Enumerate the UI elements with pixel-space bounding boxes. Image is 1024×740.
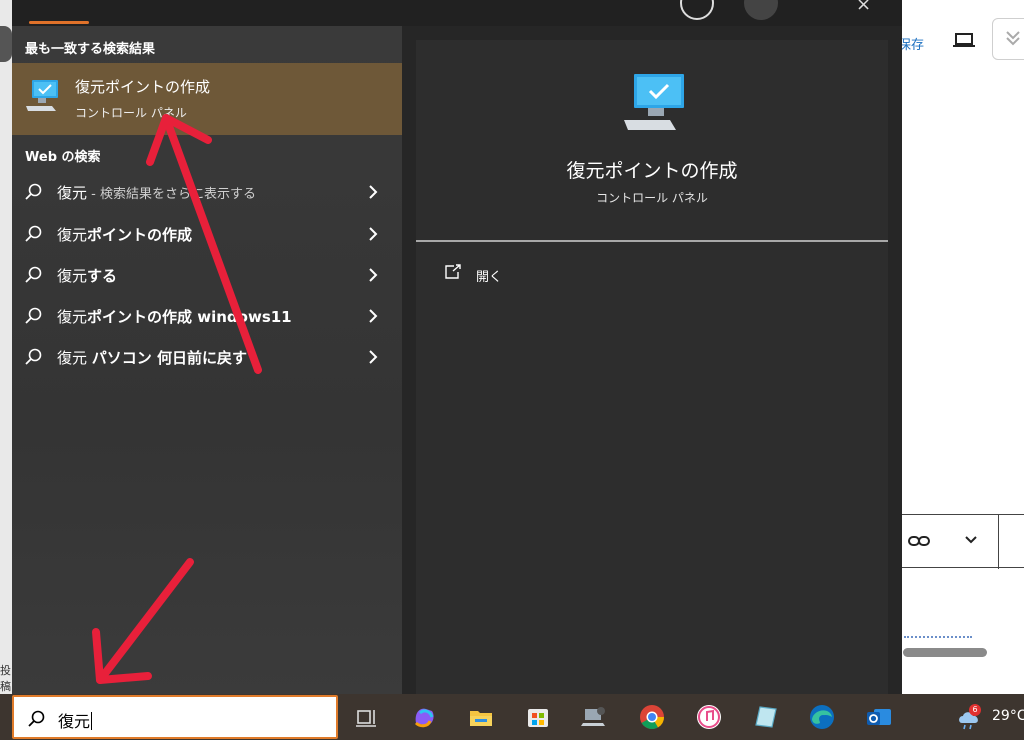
web-result-query: 復元 — [57, 308, 88, 326]
web-result-3[interactable]: 復元する — [12, 256, 402, 294]
web-result-query-completion: ポイントの作成 — [87, 226, 193, 244]
background-dotted-line — [904, 636, 972, 638]
web-result-query-completion: ポイントの作成 windows11 — [87, 308, 292, 326]
preview-subtitle: コントロール パネル — [596, 191, 708, 205]
preview-title: 復元ポイントの作成 — [566, 160, 738, 182]
notes-app-icon[interactable] — [752, 703, 780, 731]
chevron-right-icon — [369, 185, 378, 199]
background-scrollbar[interactable] — [903, 648, 987, 657]
open-external-icon — [445, 264, 461, 279]
taskbar-search-box[interactable]: 復元 — [12, 695, 338, 739]
laptop-icon[interactable] — [952, 28, 976, 52]
profile-icon[interactable] — [744, 0, 778, 20]
chevron-down-icon[interactable] — [964, 535, 978, 545]
search-icon — [28, 710, 45, 727]
web-result-hint: - 検索結果をさらに表示する — [87, 187, 256, 202]
rewards-icon[interactable] — [680, 0, 714, 20]
results-pane: 最も一致する検索結果 復元ポイントの作成 コントロール パネル Web の検索 … — [12, 26, 402, 694]
file-explorer-icon[interactable] — [467, 703, 495, 731]
search-icon — [25, 307, 42, 324]
open-label: 開く — [476, 270, 503, 285]
web-result-query: 復元 — [57, 267, 88, 285]
outlook-icon[interactable] — [865, 703, 893, 731]
web-result-query: 復元 — [57, 226, 88, 244]
search-icon — [25, 348, 42, 365]
chevron-right-icon — [369, 350, 378, 364]
search-input-value[interactable]: 復元 — [58, 708, 92, 732]
task-view-icon[interactable] — [352, 703, 380, 731]
copilot-icon[interactable] — [410, 703, 438, 731]
download-button[interactable] — [992, 18, 1024, 60]
web-result-query-completion: する — [87, 267, 118, 285]
best-match-item[interactable]: 復元ポイントの作成 コントロール パネル — [12, 63, 402, 135]
web-search-heading: Web の検索 — [25, 150, 101, 165]
chevron-right-icon — [369, 227, 378, 241]
open-action[interactable]: 開く — [444, 262, 564, 286]
active-tab-indicator — [29, 21, 89, 24]
monitor-check-icon — [624, 74, 684, 130]
best-match-heading: 最も一致する検索結果 — [25, 42, 156, 57]
web-result-query: 復元 — [57, 349, 92, 367]
web-result-query-completion: パソコン 何日前に戻す — [91, 349, 248, 367]
chevron-right-icon — [369, 309, 378, 323]
edge-icon[interactable] — [808, 703, 836, 731]
search-icon — [25, 183, 42, 200]
weather-notification-badge: 6 — [969, 704, 981, 716]
link-icon[interactable] — [908, 533, 930, 549]
itunes-icon[interactable] — [695, 703, 723, 731]
weather-temperature[interactable]: 29°C — [992, 708, 1024, 724]
chrome-icon[interactable] — [638, 703, 666, 731]
web-result-2[interactable]: 復元ポイントの作成 — [12, 215, 402, 253]
best-match-title: 復元ポイントの作成 — [75, 78, 211, 96]
preview-pane: 復元ポイントの作成 コントロール パネル 開く — [416, 40, 888, 694]
web-result-4[interactable]: 復元ポイントの作成 windows11 — [12, 297, 402, 335]
background-editor-toolbar — [900, 514, 1024, 569]
web-result-5[interactable]: 復元 パソコン 何日前に戻す — [12, 338, 402, 376]
search-tabs-strip: × — [12, 0, 902, 26]
chevron-right-icon — [369, 268, 378, 282]
web-result-1[interactable]: 復元 - 検索結果をさらに表示する — [12, 173, 402, 211]
background-avatar — [0, 26, 12, 62]
toolbar-divider — [998, 515, 999, 569]
start-search-menu: × 最も一致する検索結果 復元ポイントの作成 コントロール パネル Web の検… — [12, 0, 902, 694]
monitor-check-icon — [26, 80, 58, 111]
download-icon — [1006, 31, 1020, 46]
best-match-subtitle: コントロール パネル — [75, 106, 187, 120]
search-icon — [25, 266, 42, 283]
close-icon[interactable]: × — [856, 0, 871, 15]
microsoft-store-icon[interactable] — [524, 703, 552, 731]
web-result-query: 復元 — [57, 184, 88, 202]
remote-desktop-icon[interactable] — [581, 703, 609, 731]
search-icon — [25, 225, 42, 242]
taskbar: 復元 6 29°C — [0, 694, 1024, 740]
preview-divider — [416, 240, 888, 242]
